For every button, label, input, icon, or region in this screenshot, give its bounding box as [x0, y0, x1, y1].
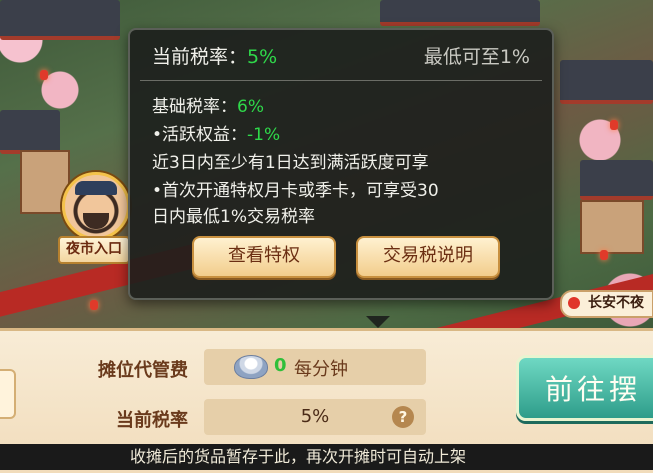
tooltip-min-rate-note: 最低可至1%	[423, 46, 530, 68]
stall-notice-text: 收摊后的货品暂存于此，再次开摊时可自动上架	[0, 444, 653, 470]
changan-location-label[interactable]: 长安不夜	[560, 290, 653, 318]
tooltip-divider	[140, 80, 542, 81]
privilege-text-line2: 日内最低1%交易税率	[152, 207, 315, 227]
building-roof	[580, 160, 653, 200]
active-condition-text: 近3日内至少有1日达到满活跃度可享	[152, 153, 429, 173]
building-wall	[580, 200, 644, 254]
lantern-icon	[90, 300, 98, 310]
base-rate-value: 6%	[237, 97, 264, 117]
privilege-text-line1: •首次开通特权月卡或季卡，可享受30	[152, 181, 439, 201]
panel-left-tab[interactable]	[0, 369, 16, 419]
base-rate-label: 基础税率：	[152, 97, 237, 117]
avatar-beard	[83, 213, 109, 229]
lantern-icon	[610, 120, 618, 130]
night-market-entrance-label[interactable]: 夜市入口	[58, 236, 130, 264]
stall-fee-label: 摊位代管费	[98, 360, 188, 381]
npc-avatar[interactable]	[62, 172, 130, 240]
tooltip-active-benefit: •活跃权益：-1%	[152, 120, 280, 145]
building-roof	[0, 0, 120, 40]
building-roof	[560, 60, 653, 104]
tooltip-pointer	[366, 316, 390, 328]
tax-explain-button[interactable]: 交易税说明	[356, 236, 500, 278]
stall-fee-unit: 每分钟	[294, 359, 348, 380]
view-privilege-button[interactable]: 查看特权	[192, 236, 336, 278]
tooltip-base-rate: 基础税率：6%	[152, 92, 264, 117]
tooltip-current-rate-value: 5%	[247, 46, 278, 68]
panel-current-rate-label: 当前税率	[116, 410, 188, 431]
tax-rate-tooltip: 当前税率：5% 最低可至1% 基础税率：6% •活跃权益：-1% 近3日内至少有…	[128, 28, 554, 328]
stall-fee-amount: 0	[274, 355, 287, 376]
avatar-hat	[75, 181, 117, 195]
silver-ingot-icon	[234, 355, 268, 379]
go-set-stall-button[interactable]: 前往摆	[516, 355, 653, 421]
active-benefit-value: -1%	[247, 125, 281, 145]
building-roof	[0, 110, 60, 154]
help-question-icon[interactable]: ?	[392, 406, 414, 428]
footer-notice: 收摊后的货品暂存于此，再次开摊时可自动上架	[130, 447, 467, 466]
building-roof	[380, 0, 540, 26]
active-benefit-label: •活跃权益：	[152, 125, 248, 145]
lantern-icon	[600, 250, 608, 260]
location-pin-icon	[568, 297, 580, 309]
tooltip-current-rate: 当前税率：5%	[152, 42, 277, 69]
stall-fee-field: 0 每分钟	[204, 349, 426, 385]
changan-label-text: 长安不夜	[588, 295, 644, 311]
tooltip-current-rate-label: 当前税率：	[152, 46, 248, 68]
lantern-icon	[40, 70, 48, 80]
current-rate-field: 5% ?	[204, 399, 426, 435]
